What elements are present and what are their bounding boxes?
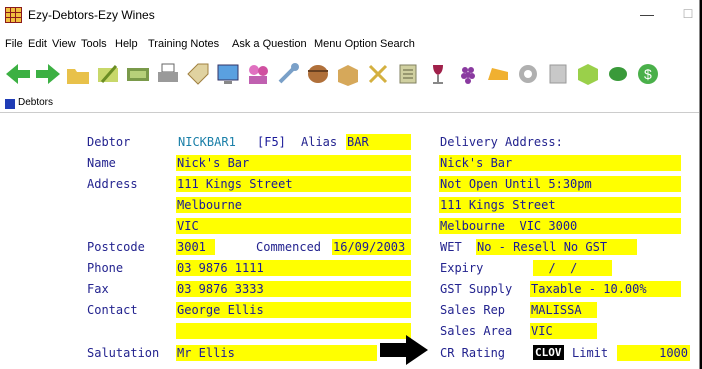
address-label: Address xyxy=(87,177,138,191)
back-arrow-icon[interactable] xyxy=(4,60,32,88)
leaf-icon[interactable] xyxy=(604,60,632,88)
menu-edit[interactable]: Edit xyxy=(28,38,47,50)
salutation-label: Salutation xyxy=(87,346,160,360)
phone-field[interactable]: 03 9876 1111 xyxy=(176,260,411,276)
users-icon[interactable] xyxy=(244,60,272,88)
minimize-button[interactable]: — xyxy=(637,3,657,25)
debtor-code-field[interactable]: NICKBAR1 xyxy=(178,135,236,149)
postcode-field[interactable]: 3001 xyxy=(176,239,215,255)
sales-rep-field[interactable]: MALISSA xyxy=(530,302,597,318)
name-field[interactable]: Nick's Bar xyxy=(176,155,411,171)
forward-arrow-icon[interactable] xyxy=(34,60,62,88)
address-line1-field[interactable]: 111 Kings Street xyxy=(176,176,411,192)
expiry-date-field[interactable]: / / xyxy=(533,260,612,276)
wrench-icon[interactable] xyxy=(274,60,302,88)
wine-glass-icon[interactable] xyxy=(424,60,452,88)
grapes-icon[interactable] xyxy=(454,60,482,88)
gst-supply-field[interactable]: Taxable - 10.00% xyxy=(530,281,681,297)
window-title: Ezy-Debtors-Ezy Wines xyxy=(28,8,155,22)
title-bar: Ezy-Debtors-Ezy Wines — ☐ xyxy=(0,0,699,31)
phone-label: Phone xyxy=(87,261,124,275)
address-line3-field[interactable]: VIC xyxy=(176,218,411,234)
tag-icon[interactable] xyxy=(184,60,212,88)
name-label: Name xyxy=(87,156,116,170)
alias-label: Alias xyxy=(301,135,338,149)
commenced-date-field[interactable]: 16/09/2003 xyxy=(332,239,411,255)
delivery-line1-field[interactable]: Nick's Bar xyxy=(439,155,681,171)
cr-rating-field[interactable]: CLOV xyxy=(533,345,564,360)
document-icon[interactable] xyxy=(544,60,572,88)
wet-label: WET xyxy=(440,240,462,254)
alias-field[interactable]: BAR xyxy=(346,134,411,150)
f5-hint: [F5] xyxy=(257,135,286,149)
cr-rating-label: CR Rating xyxy=(440,346,506,360)
commenced-label: Commenced xyxy=(256,240,322,254)
ledger-icon[interactable] xyxy=(394,60,422,88)
delivery-address-label: Delivery Address: xyxy=(440,135,563,149)
limit-label: Limit xyxy=(572,346,609,360)
pointer-arrow-icon xyxy=(380,335,428,365)
postcode-label: Postcode xyxy=(87,240,145,254)
gst-supply-label: GST Supply xyxy=(440,282,513,296)
tools-icon[interactable] xyxy=(364,60,392,88)
debtor-form: Debtor NICKBAR1 [F5] Alias BAR Name Nick… xyxy=(0,113,699,369)
menu-help[interactable]: Help xyxy=(115,38,138,50)
money-icon[interactable] xyxy=(124,60,152,88)
menu-bar: File Edit View Tools Help Training Notes… xyxy=(0,36,699,54)
document-tab-bar: Debtors xyxy=(0,96,699,113)
menu-training-notes[interactable]: Training Notes xyxy=(148,38,219,50)
dollar-icon[interactable]: $ xyxy=(634,60,662,88)
app-grid-icon xyxy=(5,7,22,23)
wet-field[interactable]: No - Resell No GST xyxy=(476,239,637,255)
address-line2-field[interactable]: Melbourne xyxy=(176,197,411,213)
menu-tools[interactable]: Tools xyxy=(81,38,107,50)
fax-label: Fax xyxy=(87,282,109,296)
app-window: Ezy-Debtors-Ezy Wines — ☐ File Edit View… xyxy=(0,0,700,369)
delivery-line3-field[interactable]: 111 Kings Street xyxy=(439,197,681,213)
salutation-field[interactable]: Mr Ellis xyxy=(176,345,377,361)
limit-field[interactable]: 1000 xyxy=(617,345,690,361)
gear-icon[interactable] xyxy=(514,60,542,88)
cheese-icon[interactable] xyxy=(484,60,512,88)
sales-area-field[interactable]: VIC xyxy=(530,323,597,339)
contact-label: Contact xyxy=(87,303,138,317)
delivery-line4-field[interactable]: Melbourne VIC 3000 xyxy=(439,218,681,234)
tab-debtors[interactable]: Debtors xyxy=(18,97,53,108)
menu-file[interactable]: File xyxy=(5,38,23,50)
sales-area-label: Sales Area xyxy=(440,324,513,338)
svg-text:$: $ xyxy=(644,66,652,82)
folder-open-icon[interactable] xyxy=(64,60,92,88)
cube-icon[interactable] xyxy=(574,60,602,88)
sales-rep-label: Sales Rep xyxy=(440,303,506,317)
toolbar: $ xyxy=(0,57,699,91)
edit-icon[interactable] xyxy=(94,60,122,88)
box-icon[interactable] xyxy=(334,60,362,88)
debtors-tab-icon xyxy=(5,99,15,109)
fax-field[interactable]: 03 9876 3333 xyxy=(176,281,411,297)
barrel-icon[interactable] xyxy=(304,60,332,88)
debtor-label: Debtor xyxy=(87,135,131,149)
menu-ask-question[interactable]: Ask a Question xyxy=(232,38,307,50)
menu-option-search[interactable]: Menu Option Search xyxy=(314,38,415,50)
print-icon[interactable] xyxy=(154,60,182,88)
expiry-label: Expiry xyxy=(440,261,484,275)
delivery-line2-field[interactable]: Not Open Until 5:30pm xyxy=(439,176,681,192)
contact-line2-field[interactable] xyxy=(176,323,411,339)
contact-field[interactable]: George Ellis xyxy=(176,302,411,318)
menu-view[interactable]: View xyxy=(52,38,76,50)
maximize-button[interactable]: ☐ xyxy=(680,3,696,25)
screen-icon[interactable] xyxy=(214,60,242,88)
